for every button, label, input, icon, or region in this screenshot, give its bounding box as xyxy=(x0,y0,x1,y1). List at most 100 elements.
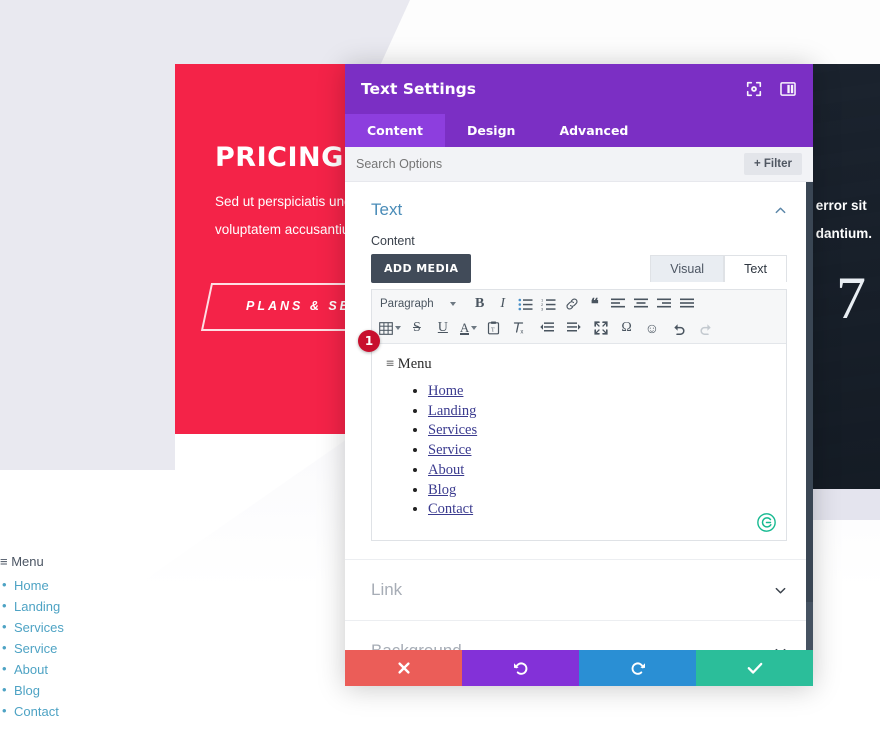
content-field-label: Content xyxy=(371,234,415,248)
list-item: Service xyxy=(428,441,772,461)
modal-header: Text Settings xyxy=(345,64,813,114)
emoji-icon[interactable]: ☺ xyxy=(639,317,665,339)
align-left-icon[interactable] xyxy=(607,293,629,315)
editor-wrapper: ADD MEDIA Visual Text Paragraph B I 1 2 … xyxy=(345,254,813,541)
link-icon[interactable] xyxy=(561,293,583,315)
list-item: Home xyxy=(428,382,772,402)
special-character-icon[interactable]: Ω xyxy=(615,317,637,339)
blockquote-icon[interactable]: ❝ xyxy=(584,293,606,315)
grammarly-icon[interactable] xyxy=(757,513,776,532)
modal-title: Text Settings xyxy=(361,80,476,98)
svg-text:3: 3 xyxy=(541,306,544,311)
modal-body: Text Content ADD MEDIA Visual Text Parag… xyxy=(345,182,813,650)
screen-root: Sed ut perspiciatis unde omnis iste natu… xyxy=(0,0,880,738)
chevron-up-icon[interactable] xyxy=(774,204,787,217)
strikethrough-icon[interactable]: S xyxy=(405,317,429,339)
footer-menu-item[interactable]: Landing xyxy=(0,595,64,617)
editor-link-about[interactable]: About xyxy=(428,462,464,478)
accordion-background[interactable]: Background xyxy=(345,620,813,650)
footer-menu-item[interactable]: Home xyxy=(0,574,64,596)
target-icon[interactable] xyxy=(745,80,763,98)
tab-content[interactable]: Content xyxy=(345,114,445,147)
accordion-link-label: Link xyxy=(371,580,403,599)
clear-formatting-icon[interactable]: x xyxy=(507,317,533,339)
editor-mode-tabs: Visual Text xyxy=(650,255,787,282)
chevron-down-icon[interactable] xyxy=(774,584,787,597)
bullet-list-icon[interactable] xyxy=(515,293,537,315)
paste-as-text-icon[interactable]: T xyxy=(481,317,506,339)
redo-button[interactable] xyxy=(579,650,696,686)
editor-link-home[interactable]: Home xyxy=(428,383,463,399)
undo-button[interactable] xyxy=(462,650,579,686)
paragraph-format-select[interactable]: Paragraph xyxy=(376,298,462,310)
list-item: About xyxy=(428,461,772,481)
accordion-link[interactable]: Link xyxy=(345,559,813,620)
outdent-icon[interactable] xyxy=(534,317,560,339)
footer-menu-item[interactable]: Contact xyxy=(0,700,64,722)
add-media-button[interactable]: ADD MEDIA xyxy=(371,254,472,283)
footer-menu-item[interactable]: Service xyxy=(0,637,64,659)
editor-tab-visual[interactable]: Visual xyxy=(650,255,725,282)
layout-panel-icon[interactable] xyxy=(779,80,797,98)
svg-text:T: T xyxy=(491,328,495,334)
editor-menu-list: Home Landing Services Service About Blog… xyxy=(428,382,772,520)
hero-dark-frag1: error sit xyxy=(815,198,867,213)
indent-icon[interactable] xyxy=(561,317,587,339)
modal-header-actions xyxy=(745,80,797,98)
hero-dark-frag2: dantium. xyxy=(815,226,872,241)
editor-link-blog[interactable]: Blog xyxy=(428,482,456,498)
tab-design[interactable]: Design xyxy=(445,114,537,147)
text-section-title: Text xyxy=(371,200,403,219)
filter-button[interactable]: + Filter xyxy=(743,153,802,175)
footer-menu-item[interactable]: About xyxy=(0,658,64,680)
italic-icon[interactable]: I xyxy=(492,293,514,315)
search-options-row: + Filter xyxy=(345,147,813,182)
editor-content-area[interactable]: 1 ≡ Menu Home Landing Services Service A… xyxy=(358,330,786,540)
chevron-down-icon xyxy=(449,302,456,306)
list-item: Blog xyxy=(428,481,772,501)
editor-toolbar-row-1: Paragraph B I 1 2 3 ❝ xyxy=(376,293,782,315)
svg-text:x: x xyxy=(521,330,524,335)
list-item: Services xyxy=(428,421,772,441)
editor-link-service[interactable]: Service xyxy=(428,442,471,458)
editor-link-contact[interactable]: Contact xyxy=(428,501,473,517)
chevron-down-icon xyxy=(395,326,401,330)
chevron-down-icon[interactable] xyxy=(774,645,787,651)
check-icon xyxy=(747,662,762,674)
tab-advanced[interactable]: Advanced xyxy=(537,114,650,147)
list-item: Landing xyxy=(428,402,772,422)
cancel-button[interactable] xyxy=(345,650,462,686)
accordion-background-label: Background xyxy=(371,641,462,650)
editor-link-services[interactable]: Services xyxy=(428,422,477,438)
undo-icon[interactable] xyxy=(666,317,692,339)
text-settings-modal: Text Settings Content Design Advanced Se… xyxy=(345,64,813,686)
chevron-down-icon xyxy=(471,326,478,330)
hero-number: 7 xyxy=(836,265,866,331)
text-section-header[interactable]: Text xyxy=(345,182,813,230)
underline-icon[interactable]: U xyxy=(430,317,456,339)
footer-menu-list: Home Landing Services Service About Blog… xyxy=(0,574,64,722)
step-badge-1: 1 xyxy=(358,330,380,352)
footer-menu-item[interactable]: Blog xyxy=(0,679,64,701)
hero-dark-text: Sed ut perspiciatis unde omnis iste natu… xyxy=(816,192,872,248)
modal-scrollbar-thumb[interactable] xyxy=(806,182,813,602)
search-input[interactable] xyxy=(356,157,744,171)
save-button[interactable] xyxy=(696,650,813,686)
numbered-list-icon[interactable]: 1 2 3 xyxy=(538,293,560,315)
editor-link-landing[interactable]: Landing xyxy=(428,403,476,419)
editor-tab-text[interactable]: Text xyxy=(724,255,787,282)
align-right-icon[interactable] xyxy=(653,293,675,315)
fullscreen-icon[interactable] xyxy=(588,317,614,339)
align-center-icon[interactable] xyxy=(630,293,652,315)
bold-icon[interactable]: B xyxy=(469,293,491,315)
footer-menu-item[interactable]: Services xyxy=(0,616,64,638)
align-justify-icon[interactable] xyxy=(676,293,698,315)
modal-scrollbar[interactable] xyxy=(806,182,813,650)
redo-icon[interactable] xyxy=(693,317,719,339)
editor-menu-heading: ≡ Menu xyxy=(386,356,432,372)
list-item: Contact xyxy=(428,500,772,520)
editor-toolbar-row-2: S U A T x Ω ☺ xyxy=(376,317,782,339)
table-icon[interactable] xyxy=(376,317,404,339)
modal-tab-bar: Content Design Advanced xyxy=(345,114,813,147)
text-color-icon[interactable]: A xyxy=(457,317,480,339)
